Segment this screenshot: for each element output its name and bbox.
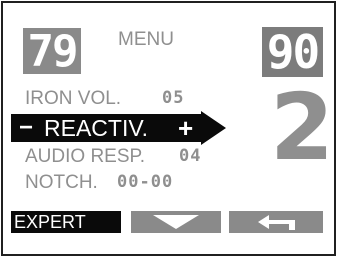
menu-item-audio-resp-label[interactable]: AUDIO RESP. bbox=[25, 146, 145, 168]
big-value-display: 2 bbox=[270, 74, 335, 181]
menu-item-reactiv-label: REACTIV. bbox=[44, 115, 148, 141]
increment-icon[interactable]: + bbox=[178, 111, 193, 145]
back-arrow-icon bbox=[258, 215, 295, 230]
menu-item-iron-vol-value: 05 bbox=[162, 88, 185, 108]
menu-item-audio-resp-value: 04 bbox=[179, 146, 202, 166]
chevron-down-icon bbox=[153, 215, 199, 229]
right-segment-display: 90 bbox=[262, 25, 323, 79]
decrement-icon[interactable]: − bbox=[19, 111, 33, 145]
expert-softkey[interactable]: EXPERT bbox=[11, 211, 121, 233]
menu-item-notch-label[interactable]: NOTCH. bbox=[25, 172, 98, 194]
down-softkey[interactable] bbox=[131, 211, 221, 233]
menu-item-iron-vol-label[interactable]: IRON VOL. bbox=[25, 88, 121, 110]
menu-item-notch-value: 00-00 bbox=[117, 172, 174, 192]
menu-item-reactiv-selected[interactable]: − REACTIV. + bbox=[11, 111, 226, 145]
menu-title: MENU bbox=[118, 29, 174, 50]
left-segment-display: 79 bbox=[23, 26, 81, 77]
back-softkey[interactable] bbox=[229, 211, 323, 233]
